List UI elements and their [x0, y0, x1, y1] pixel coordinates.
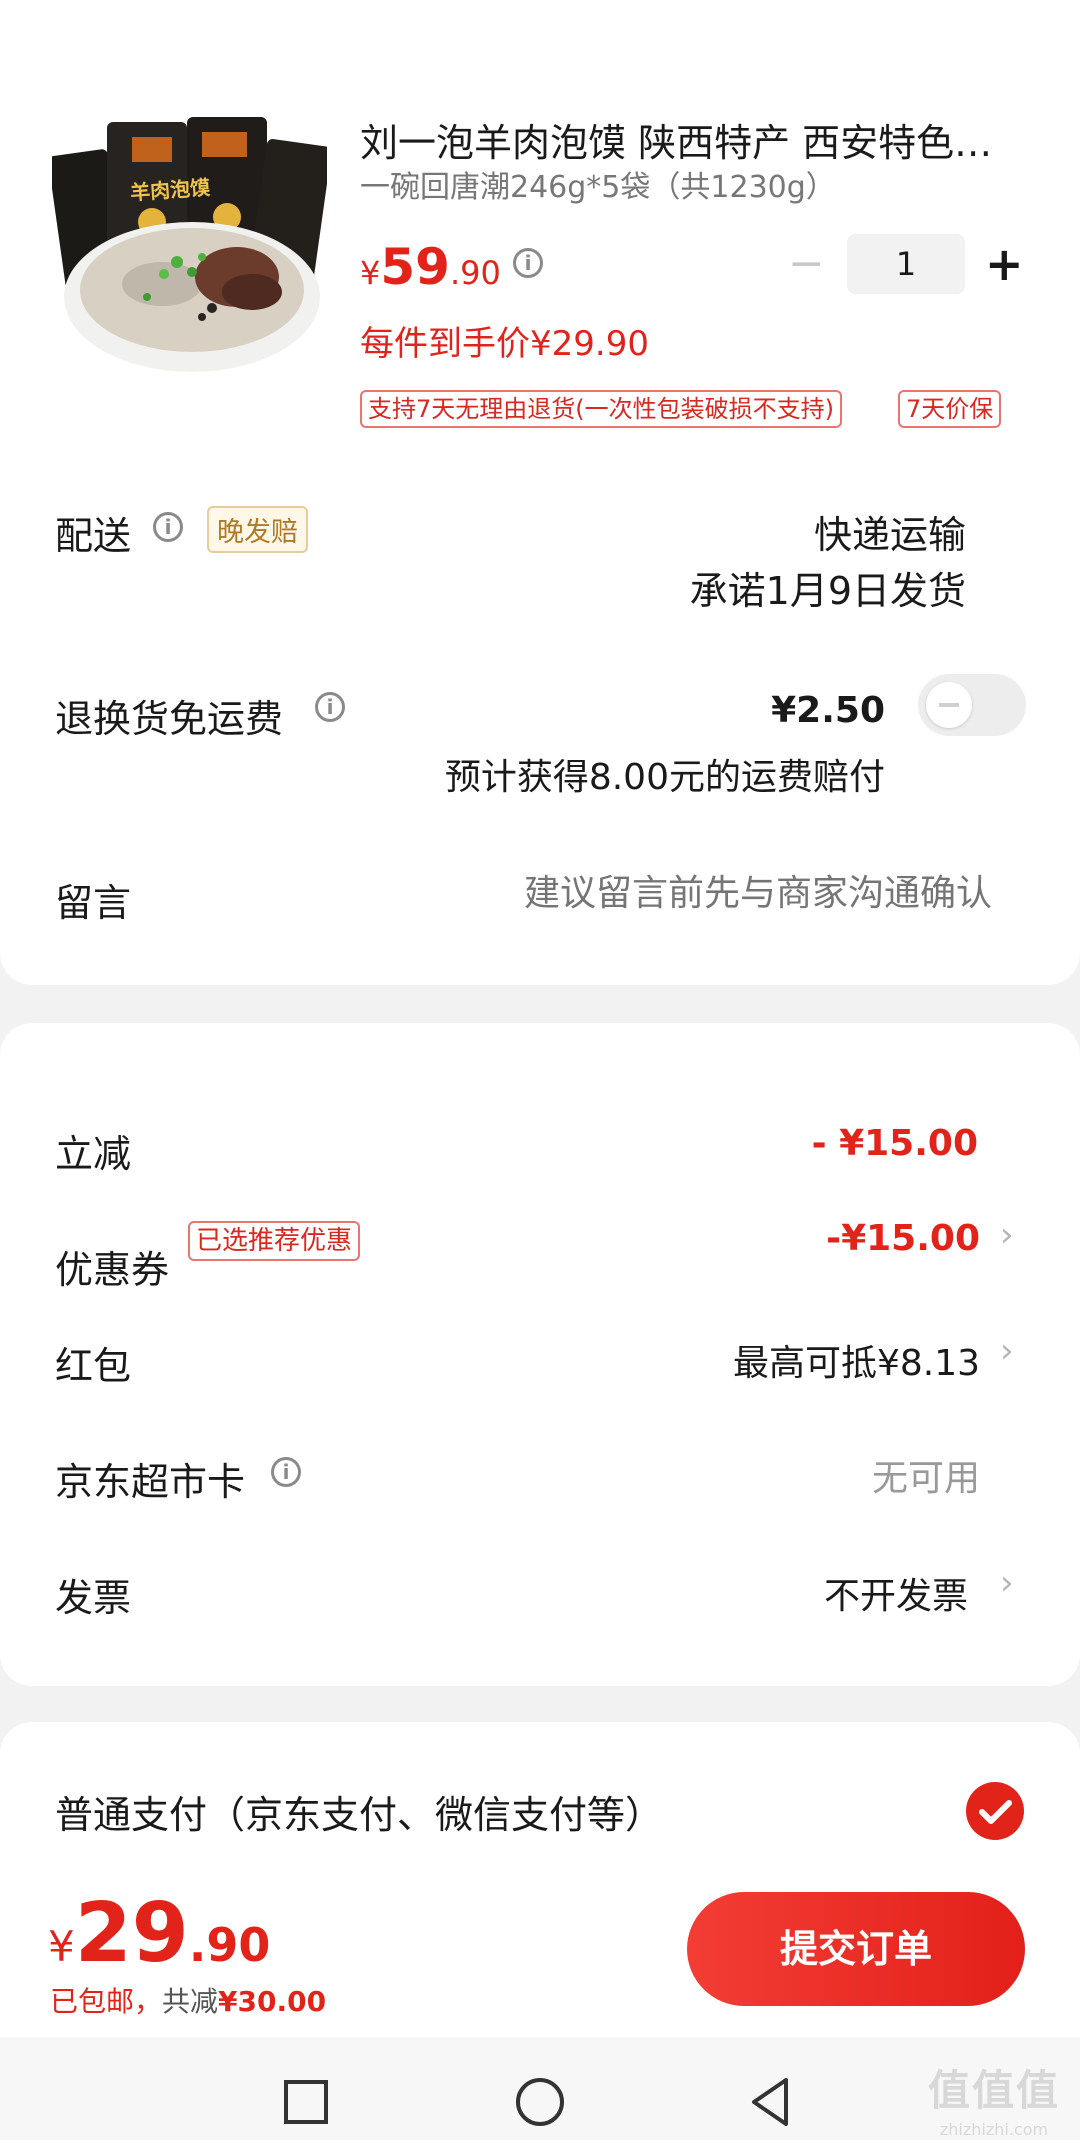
product-image[interactable]: 羊肉泡馍	[48, 112, 332, 377]
price-protect-tag: 7天价保	[898, 390, 1002, 428]
product-title[interactable]: 刘一泡羊肉泡馍 陕西特产 西安特色…	[360, 112, 992, 167]
plus-icon[interactable]: +	[985, 234, 1024, 294]
submit-order-label: 提交订单	[779, 1927, 932, 1971]
invoice-value[interactable]: 不开发票	[824, 1567, 968, 1619]
quantity-stepper: − 1 +	[780, 234, 1025, 294]
invoice-label: 发票	[55, 1576, 132, 1620]
delivery-info-icon[interactable]: i	[153, 512, 183, 542]
total-price-dec: .90	[188, 1918, 271, 1972]
message-label: 留言	[55, 881, 132, 925]
return-shipping-label: 退换货免运费	[55, 697, 284, 741]
unit-price-label: 每件到手价¥29.90	[360, 324, 649, 364]
product-spec: 一碗回唐潮246g*5袋（共1230g）	[360, 170, 836, 205]
redpacket-value[interactable]: 最高可抵¥8.13	[733, 1334, 980, 1386]
recent-apps-icon[interactable]	[283, 2079, 331, 2127]
return-shipping-note: 预计获得8.00元的运费赔付	[444, 757, 885, 798]
return-shipping-info-icon[interactable]: i	[315, 692, 345, 722]
saved-label: 共减	[162, 1985, 219, 2018]
payment-method-label[interactable]: 普通支付（京东支付、微信支付等）	[55, 1784, 663, 1839]
instant-discount-label: 立减	[55, 1132, 132, 1176]
redpacket-label: 红包	[55, 1344, 132, 1388]
delivery-method[interactable]: 快递运输	[814, 504, 966, 559]
return-shipping-price: ¥2.50	[771, 690, 885, 731]
redpacket-chevron-icon[interactable]: ›	[1000, 1331, 1014, 1371]
total-price-symbol: ¥	[48, 1922, 75, 1971]
toggle-knob	[926, 682, 972, 728]
price-dec: .90	[449, 254, 501, 292]
delivery-label: 配送	[55, 514, 132, 558]
watermark-sub: zhizhizhi.com	[939, 2120, 1049, 2139]
price-symbol: ¥	[360, 254, 381, 292]
submit-order-button[interactable]: 提交订单	[687, 1892, 1025, 2006]
product-image-graphic	[48, 117, 332, 372]
price-int: 59	[380, 238, 450, 296]
back-icon[interactable]	[746, 2075, 796, 2129]
product-image-caption: 羊肉泡馍	[129, 175, 211, 205]
total-price-int: 29	[74, 1886, 189, 1981]
saved-value: ¥30.00	[218, 1985, 327, 2018]
coupon-label: 优惠券	[55, 1248, 170, 1292]
price-info-icon[interactable]: i	[513, 248, 543, 278]
order-product-card: 羊肉泡馍 刘一泡羊肉泡馍 陕西特产 西安特色… 一碗回唐潮246g*5袋（共12…	[0, 0, 1080, 985]
system-nav-bar: 值值值 zhizhizhi.com	[0, 2037, 1080, 2140]
minus-icon[interactable]: −	[788, 234, 825, 294]
savings-summary: 已包邮，共减¥30.00	[50, 1980, 326, 2020]
watermark-main: 值值值	[928, 2066, 1061, 2115]
message-input[interactable]	[330, 862, 994, 924]
supermarket-card-info-icon[interactable]: i	[271, 1457, 301, 1487]
coupon-recommended-badge: 已选推荐优惠	[188, 1221, 361, 1261]
coupon-row[interactable]: 优惠券	[55, 1239, 169, 1294]
invoice-chevron-icon[interactable]: ›	[1000, 1563, 1014, 1603]
instant-discount-value: - ¥15.00	[811, 1123, 978, 1164]
return-shipping-toggle[interactable]	[918, 674, 1026, 736]
payment-check-icon[interactable]	[966, 1782, 1024, 1840]
coupon-chevron-icon[interactable]: ›	[1000, 1215, 1014, 1255]
free-shipping-note: 已包邮，	[50, 1985, 163, 2018]
checkout-bar: ¥29.90 已包邮，共减¥30.00 提交订单	[0, 1872, 1080, 2037]
delivery-promise: 承诺1月9日发货	[689, 569, 966, 613]
quantity-input[interactable]: 1	[847, 234, 965, 294]
coupon-value[interactable]: -¥15.00	[826, 1218, 980, 1259]
discounts-card: 立减 - ¥15.00 优惠券 已选推荐优惠 -¥15.00 › 红包 最高可抵…	[0, 1023, 1080, 1686]
supermarket-card-value: 无可用	[871, 1458, 980, 1499]
total-price: ¥29.90	[48, 1886, 270, 1981]
product-price: ¥59.90	[360, 238, 501, 296]
home-icon[interactable]	[513, 2075, 567, 2129]
late-compensation-badge: 晚发赔	[207, 506, 308, 553]
return-policy-tag: 支持7天无理由退货(一次性包装破损不支持)	[360, 390, 842, 428]
supermarket-card-label: 京东超市卡	[55, 1460, 246, 1504]
watermark: 值值值 zhizhizhi.com	[928, 2057, 1060, 2139]
payment-card: 普通支付（京东支付、微信支付等）	[0, 1722, 1080, 1882]
